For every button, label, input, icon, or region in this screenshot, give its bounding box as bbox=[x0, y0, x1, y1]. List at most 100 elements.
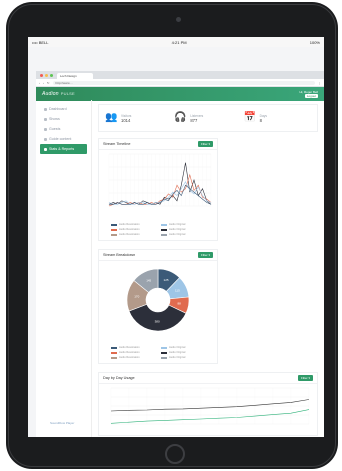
stat-listeners: 🎧 Listeners 877 bbox=[174, 113, 241, 123]
legend-swatch bbox=[111, 228, 117, 231]
legend-item: Audio Restoration bbox=[111, 228, 155, 231]
series-line bbox=[110, 399, 310, 412]
forward-icon[interactable]: › bbox=[43, 81, 44, 85]
legend-swatch bbox=[161, 233, 167, 236]
sidebar: Dashboard Shows Guests Guide content Sta… bbox=[36, 100, 92, 437]
main-content: 👥 Visitors 1014 🎧 Listeners 877 📅 Days 8 St bbox=[92, 100, 324, 437]
ios-status-bar: •••• BELL 4:21 PM 100% bbox=[28, 37, 324, 47]
legend-label: Audio Original bbox=[169, 356, 186, 359]
nav-shows[interactable]: Shows bbox=[40, 114, 87, 124]
card-header: Stream Timeline Filter ▾ bbox=[99, 139, 217, 150]
timeline-filter-button[interactable]: Filter ▾ bbox=[197, 141, 213, 147]
back-icon[interactable]: ‹ bbox=[39, 81, 40, 85]
nav-label: Guide content bbox=[49, 137, 72, 141]
legend-label: Audio Restoration bbox=[119, 346, 140, 349]
day-usage-chart bbox=[110, 387, 310, 425]
legend-swatch bbox=[161, 346, 167, 349]
stream-timeline-chart bbox=[108, 153, 212, 207]
legend-label: Audio Restoration bbox=[119, 228, 140, 231]
legend-swatch bbox=[111, 223, 117, 226]
maximize-window-icon[interactable] bbox=[50, 74, 53, 77]
users-icon: 👥 bbox=[105, 112, 118, 123]
card-title: Stream Timeline bbox=[103, 142, 131, 146]
card-title: Day by Day Usage bbox=[103, 376, 135, 380]
nav-guests[interactable]: Guests bbox=[40, 124, 87, 134]
browser-tab[interactable]: Loch Design bbox=[57, 73, 93, 79]
people-icon bbox=[44, 127, 47, 131]
breakdown-filter-button[interactable]: Filter ▾ bbox=[197, 252, 213, 258]
url-field[interactable]: http://www.… bbox=[52, 80, 315, 85]
slice-value-label: 380 bbox=[155, 319, 160, 323]
close-window-icon[interactable] bbox=[40, 74, 43, 77]
stat-value: 1014 bbox=[121, 117, 131, 123]
legend-swatch bbox=[111, 233, 117, 236]
legend-item: Audio Original bbox=[161, 351, 205, 354]
legend-swatch bbox=[161, 223, 167, 226]
stat-value: 8 bbox=[259, 117, 262, 123]
breakdown-legend: Audio Restoration Audio Original Audio Res… bbox=[99, 344, 217, 363]
logo-subtext: PULSE bbox=[60, 91, 75, 96]
legend-item: Audio Original bbox=[161, 356, 205, 359]
legend-swatch bbox=[161, 228, 167, 231]
slice-value-label: 115 bbox=[175, 289, 180, 293]
legend-item: Audio Original bbox=[161, 233, 205, 236]
tablet-screen: •••• BELL 4:21 PM 100% Loch Design ‹ › ↻… bbox=[28, 37, 324, 437]
legend-label: Audio Restoration bbox=[119, 351, 140, 354]
nav-stats-reports[interactable]: Stats & Reports bbox=[40, 144, 87, 154]
nav-label: Stats & Reports bbox=[49, 147, 75, 151]
legend-item: Audio Original bbox=[161, 228, 205, 231]
slice-value-label: 170 bbox=[134, 295, 139, 299]
home-icon bbox=[44, 107, 47, 111]
carrier-label: •••• BELL bbox=[32, 39, 49, 45]
series-line bbox=[110, 409, 310, 424]
desktop-background bbox=[28, 47, 324, 71]
stat-visitors: 👥 Visitors 1014 bbox=[105, 113, 172, 123]
browser-menu-icon[interactable]: ⋮ bbox=[318, 81, 321, 85]
app-header: Audion PULSE Hi, Roger Bell Logout bbox=[36, 87, 324, 101]
stats-strip: 👥 Visitors 1014 🎧 Listeners 877 📅 Days 8 bbox=[98, 104, 318, 132]
card-title: Stream Breakdown bbox=[103, 253, 136, 257]
browser-window: Loch Design ‹ › ↻ http://www.… ⋮ Audion P… bbox=[36, 71, 324, 437]
nav-label: Shows bbox=[49, 117, 60, 121]
clock-label: 4:21 PM bbox=[171, 39, 187, 45]
legend-label: Audio Original bbox=[169, 228, 186, 231]
nav-guide-content[interactable]: Guide content bbox=[40, 134, 87, 144]
slice-value-label: 145 bbox=[146, 279, 151, 283]
mic-icon bbox=[44, 117, 47, 121]
legend-swatch bbox=[111, 346, 117, 349]
card-header: Stream Breakdown Filter ▾ bbox=[99, 250, 217, 261]
stat-value: 877 bbox=[190, 117, 198, 123]
reload-icon[interactable]: ↻ bbox=[47, 81, 50, 85]
legend-item: Audio Restoration bbox=[111, 233, 155, 236]
nav-label: Guests bbox=[49, 127, 61, 131]
stat-label: Visitors bbox=[121, 113, 132, 118]
day-usage-card: Day by Day Usage Filter ▾ bbox=[98, 372, 318, 436]
home-button[interactable] bbox=[165, 444, 185, 464]
legend-label: Audio Original bbox=[169, 351, 186, 354]
stat-label: Listeners bbox=[190, 113, 204, 118]
minimize-window-icon[interactable] bbox=[45, 74, 48, 77]
legend-label: Audio Restoration bbox=[119, 223, 140, 226]
browser-tab-bar: Loch Design bbox=[36, 71, 324, 79]
user-box: Hi, Roger Bell Logout bbox=[299, 90, 318, 98]
chart-icon bbox=[44, 147, 47, 151]
calendar-icon: 📅 bbox=[243, 112, 257, 123]
usage-filter-button[interactable]: Filter ▾ bbox=[297, 375, 313, 381]
legend-label: Audio Original bbox=[169, 223, 186, 226]
legend-label: Audio Restoration bbox=[119, 356, 140, 359]
nav-dashboard[interactable]: Dashboard bbox=[40, 104, 87, 114]
logout-button[interactable]: Logout bbox=[304, 94, 318, 98]
headphones-icon: 🎧 bbox=[174, 112, 187, 123]
window-controls bbox=[40, 74, 53, 77]
app-logo[interactable]: Audion PULSE bbox=[42, 91, 75, 97]
stream-breakdown-card: Stream Breakdown Filter ▾ 125 115 88 380 170… bbox=[98, 249, 218, 364]
nav-label: Dashboard bbox=[49, 107, 67, 111]
address-bar: ‹ › ↻ http://www.… ⋮ bbox=[36, 79, 324, 87]
stat-label: Days bbox=[259, 113, 267, 118]
legend-label: Audio Restoration bbox=[119, 233, 140, 236]
sidebar-footer-link[interactable]: SoundFlow Player bbox=[50, 421, 74, 425]
legend-label: Audio Original bbox=[169, 233, 186, 236]
legend-item: Audio Restoration bbox=[111, 346, 155, 349]
legend-swatch bbox=[111, 356, 117, 359]
stream-timeline-card: Stream Timeline Filter ▾ Audio Restorati… bbox=[98, 138, 218, 241]
